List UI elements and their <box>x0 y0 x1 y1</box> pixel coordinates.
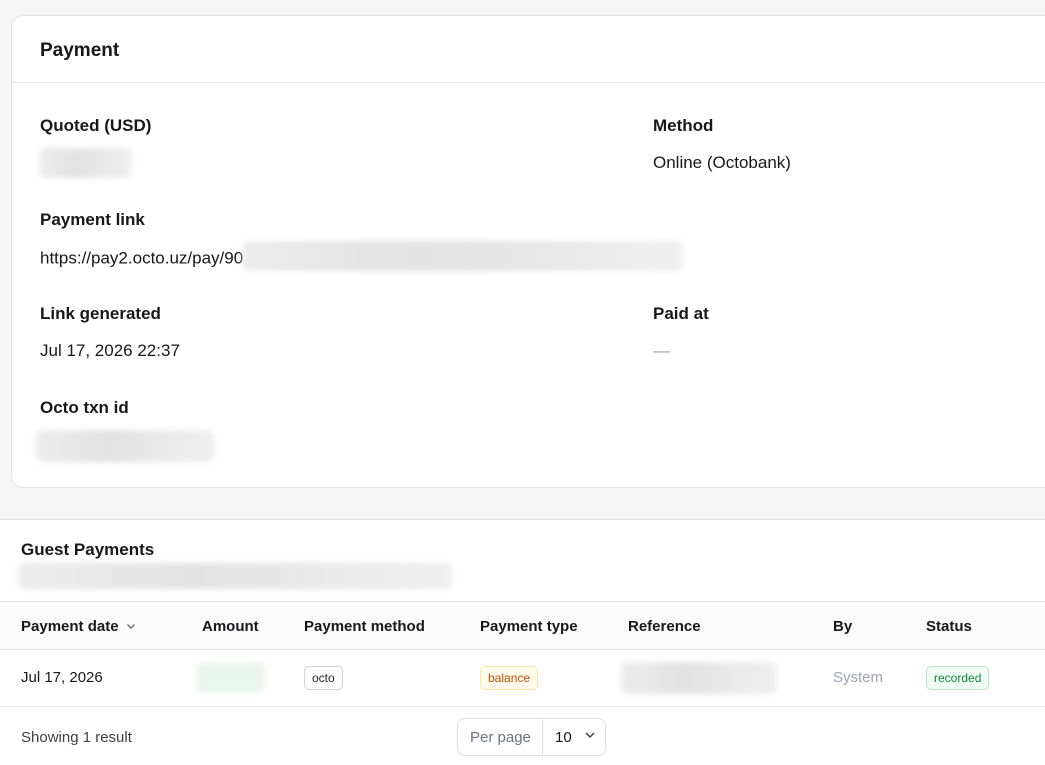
method-label: Method <box>653 116 714 135</box>
paid-at-label: Paid at <box>653 304 709 323</box>
quoted-field: Quoted (USD) <box>40 116 151 178</box>
row-type-badge: balance <box>480 666 539 690</box>
guest-payments-card: Guest Payments Payment date Amount Payme… <box>0 519 1045 765</box>
method-value: Online (Octobank) <box>653 153 791 172</box>
octo-txn-redacted <box>36 430 214 462</box>
link-generated-field: Link generated Jul 17, 2026 22:37 <box>40 304 180 361</box>
table-header: Payment date Amount Payment method Payme… <box>0 601 1045 650</box>
per-page-select[interactable]: Per page 10 <box>457 718 606 756</box>
results-count: Showing 1 result <box>21 729 132 746</box>
guest-payments-subtitle-redacted <box>18 563 452 589</box>
column-payment-type: Payment type <box>480 618 578 635</box>
column-payment-date-label: Payment date <box>21 618 119 635</box>
quoted-value-redacted <box>40 148 132 178</box>
per-page-value-container[interactable]: 10 <box>543 719 605 755</box>
column-amount: Amount <box>202 618 259 635</box>
row-amount-redacted <box>197 663 265 693</box>
chevron-down-icon <box>125 619 137 636</box>
octo-txn-field: Octo txn id <box>36 398 214 462</box>
method-field: Method Online (Octobank) <box>653 116 791 173</box>
table-row[interactable]: Jul 17, 2026 octo balance System recorde… <box>0 650 1045 707</box>
column-payment-date[interactable]: Payment date <box>21 618 137 636</box>
payment-link-label: Payment link <box>40 210 145 229</box>
payment-link-field: Payment link https://pay2.octo.uz/pay/90 <box>40 210 684 271</box>
payment-link-redacted <box>243 241 684 271</box>
quoted-label: Quoted (USD) <box>40 116 152 135</box>
row-status-badge: recorded <box>926 666 990 690</box>
payment-card-header: Payment <box>12 16 1045 83</box>
payment-title: Payment <box>40 40 120 61</box>
column-reference: Reference <box>628 618 701 635</box>
column-by: By <box>833 618 853 635</box>
row-by: System <box>833 669 884 686</box>
column-status: Status <box>926 618 972 635</box>
column-payment-method: Payment method <box>304 618 425 635</box>
payment-card: Payment Quoted (USD) Method Online (Octo… <box>11 15 1045 488</box>
paid-at-value: — <box>653 341 670 360</box>
chevron-down-icon <box>583 728 597 746</box>
guest-payments-title: Guest Payments <box>21 540 155 559</box>
octo-txn-label: Octo txn id <box>40 398 129 417</box>
row-method-badge: octo <box>304 666 343 690</box>
link-generated-value: Jul 17, 2026 22:37 <box>40 341 180 360</box>
link-generated-label: Link generated <box>40 304 161 323</box>
paid-at-field: Paid at — <box>653 304 709 361</box>
per-page-label: Per page <box>458 719 543 755</box>
row-payment-date: Jul 17, 2026 <box>21 669 103 686</box>
payment-link-value[interactable]: https://pay2.octo.uz/pay/90 <box>40 248 243 267</box>
row-reference-redacted <box>621 662 777 694</box>
per-page-value: 10 <box>555 729 572 746</box>
